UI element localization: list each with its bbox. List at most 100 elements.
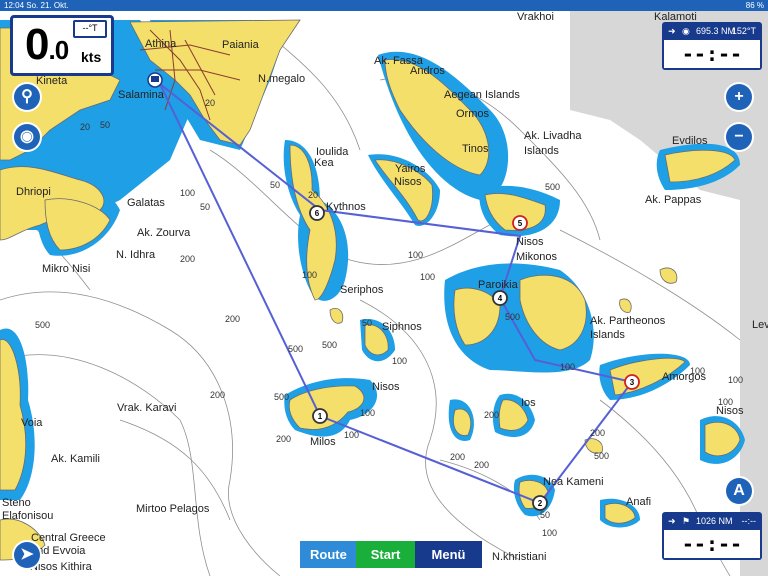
map-label: Ormos [456,108,490,120]
depth-label: 100 [690,366,705,376]
finish-info-header: ➜ ⚑ 1026 NM --:-- [664,514,760,528]
zoom-in-button[interactable]: + [726,84,752,110]
depth-label: 100 [408,250,423,260]
tab-menu[interactable]: Menü [415,541,482,568]
tab-start[interactable]: Start [356,541,415,568]
finish-eta: --:-- [741,516,757,526]
finish-flag-icon: ⚑ [682,516,691,526]
waypoint-3[interactable]: 3 [624,374,640,390]
search-button[interactable]: ⚲ [14,84,40,110]
map-label: Salamina [118,89,165,101]
locate-icon: ➤ [20,546,34,563]
locate-button[interactable]: ➤ [14,542,40,568]
depth-label: 200 [180,254,195,264]
map-label: Islands [524,145,559,157]
flag-glyph [151,76,159,82]
route-info-header: ➜ ◉ 695.3 NM 152°T [664,24,760,38]
tab-route[interactable]: Route [300,541,356,568]
depth-label: 500 [288,344,303,354]
waypoint-number: 4 [498,294,503,303]
depth-label: 200 [590,428,605,438]
depth-label: 500 [505,312,520,322]
waypoint-2[interactable]: 2 [532,495,548,511]
waypoint-4[interactable]: 4 [492,290,508,306]
map-label: Galatas [127,197,165,209]
depth-label: 100 [542,528,557,538]
depth-label: 500 [545,182,560,192]
route-start-flag-icon[interactable] [147,72,163,88]
depth-label: 100 [344,430,359,440]
map-label: Yairos [395,163,426,175]
depth-label: 100 [728,375,743,385]
map-label: Siphnos [382,321,422,333]
depth-label: 100 [718,397,733,407]
map-label: Milos [310,436,336,448]
speed-decimal: .0 [48,35,69,65]
map-label: Dhriopi [16,186,51,198]
bottom-tabs: Route Start Menü [300,541,482,568]
map-label: Tinos [462,143,489,155]
map-label: Seriphos [340,284,384,296]
speed-box[interactable]: 0.0 kts --°T [10,15,114,76]
depth-label: 200 [450,452,465,462]
waypoint-5[interactable]: 5 [512,215,528,231]
depth-label: 50 [200,202,210,212]
map-label: Nisos [516,236,544,248]
map-label: Ak. Livadha [524,130,582,142]
depth-label: 20 [308,190,318,200]
waypoint-number: 1 [318,412,323,421]
camera-icon: ◉ [20,128,34,145]
map-label: Mirtoo Pelagos [136,503,210,515]
depth-label: 500 [274,392,289,402]
depth-label: 200 [474,460,489,470]
depth-label: 100 [180,188,195,198]
depth-label: 20 [80,122,90,132]
map-label: Nisos [394,176,422,188]
map-label: Lev [752,319,768,331]
finish-distance: 1026 NM [696,516,733,526]
arrow-right-icon: ➜ [668,516,676,526]
depth-label: 50 [362,318,372,328]
map-label: Islands [590,329,625,341]
route-info-box[interactable]: ➜ ◉ 695.3 NM 152°T --:-- [662,22,762,70]
waypoint-number: 3 [630,378,635,387]
map-label: Voia [21,417,43,429]
status-bar: 12:04 So. 21. Okt. 86 % [0,0,768,11]
speed-unit: kts [81,49,102,65]
depth-label: 200 [210,390,225,400]
waypoint-number: 5 [518,219,523,228]
depth-label: 500 [594,451,609,461]
status-battery: 86 % [745,1,764,10]
status-time: 12:04 [4,1,25,10]
zoom-in-icon: + [734,88,744,105]
search-icon: ⚲ [21,88,33,105]
depth-label: 200 [484,410,499,420]
depth-label: 20 [205,98,215,108]
waypoint-6[interactable]: 6 [309,205,325,221]
waypoint-1[interactable]: 1 [312,408,328,424]
map-label: Vrakhoi [517,11,554,23]
map-label: Steno [2,497,31,509]
depth-label: 200 [276,434,291,444]
map-label: Kythnos [326,201,366,213]
status-date: So. 21. Okt. [26,1,69,10]
north-up-button[interactable]: A [726,478,752,504]
zoom-out-button[interactable]: − [726,124,752,150]
map-label: Elafonisou [2,510,53,522]
finish-info-box[interactable]: ➜ ⚑ 1026 NM --:-- --:-- [662,512,762,560]
map-label: Kea [314,157,334,169]
nautical-chart[interactable]: Vrakhoi KalamotiAthina PaianiaAk. FassaKin… [0,0,768,576]
heading-value: --°T [73,20,107,38]
map-label: N.megalo [258,73,305,85]
zoom-out-icon: − [734,128,744,145]
depth-label: 500 [322,340,337,350]
speed-value: 0.0 [25,20,69,70]
north-up-icon: A [733,482,745,499]
target-icon: ◉ [682,26,690,36]
route-bearing: 152°T [731,26,756,36]
camera-button[interactable]: ◉ [14,124,40,150]
depth-label: 500 [35,320,50,330]
depth-label: 200 [225,314,240,324]
map-label: Anafi [626,496,651,508]
map-label: Athina [145,38,177,50]
